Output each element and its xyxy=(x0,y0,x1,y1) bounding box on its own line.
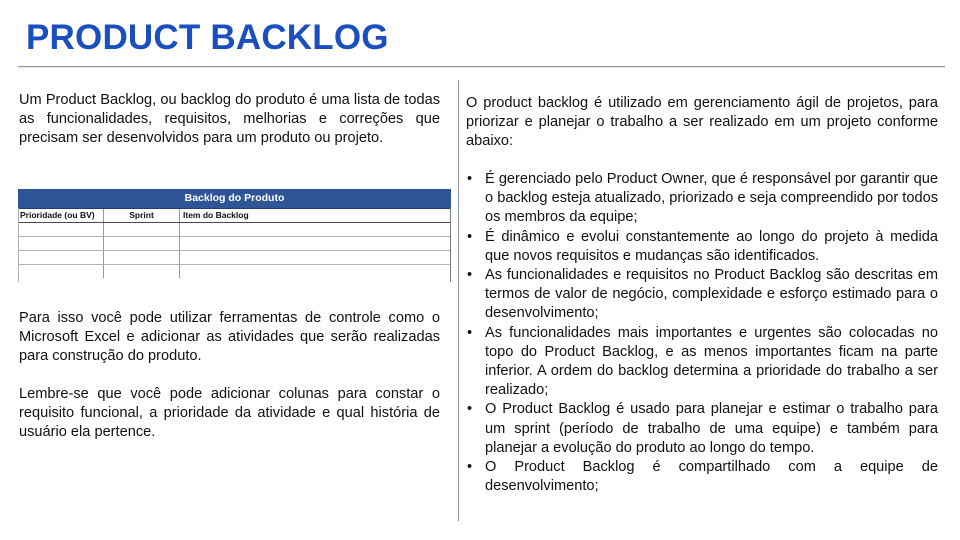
list-item: • O Product Backlog é usado para planeja… xyxy=(466,400,938,458)
bullet-icon: • xyxy=(467,401,473,418)
list-item: • É gerenciado pelo Product Owner, que é… xyxy=(466,170,938,228)
table-cell xyxy=(18,251,104,264)
column-header-sprint: Sprint xyxy=(104,209,180,222)
column-header-backlog-item: Item do Backlog xyxy=(183,210,249,220)
bullet-icon: • xyxy=(467,324,473,341)
list-item-text: É gerenciado pelo Product Owner, que é r… xyxy=(485,171,938,226)
list-item: • As funcionalidades e requisitos no Pro… xyxy=(466,266,938,324)
table-border xyxy=(18,208,19,282)
list-item: • As funcionalidades mais importantes e … xyxy=(466,324,938,401)
list-item-text: As funcionalidades mais importantes e ur… xyxy=(485,324,938,399)
column-header-priority: Prioridade (ou BV) xyxy=(18,209,104,222)
table-cell xyxy=(18,265,104,278)
product-backlog-definition: Um Product Backlog, ou backlog do produt… xyxy=(19,92,440,147)
columns-tip-paragraph: Lembre-se que você pode adicionar coluna… xyxy=(19,386,440,441)
list-item: • É dinâmico e evolui constantemente ao … xyxy=(466,228,938,266)
table-cell xyxy=(104,237,180,250)
table-row xyxy=(18,251,451,265)
list-item: • O Product Backlog é compartilhado com … xyxy=(466,458,938,496)
characteristics-list: • É gerenciado pelo Product Owner, que é… xyxy=(466,170,938,496)
list-item-text: As funcionalidades e requisitos no Produ… xyxy=(485,267,938,322)
table-border xyxy=(450,208,451,282)
table-cell xyxy=(104,251,180,264)
bullet-icon: • xyxy=(467,267,473,284)
backlog-table-header-row: Prioridade (ou BV) Sprint Item do Backlo… xyxy=(18,209,451,223)
table-cell xyxy=(180,251,451,264)
list-item-text: É dinâmico e evolui constantemente ao lo… xyxy=(485,228,938,264)
table-cell xyxy=(104,223,180,236)
table-cell xyxy=(180,265,451,278)
table-cell xyxy=(18,237,104,250)
table-cell xyxy=(18,223,104,236)
title-divider xyxy=(18,66,945,67)
backlog-table-title: Backlog do Produto xyxy=(18,189,451,209)
bullet-icon: • xyxy=(467,171,473,187)
bullet-icon: • xyxy=(467,228,473,245)
list-item-text: O Product Backlog é compartilhado com a … xyxy=(485,459,938,495)
tools-paragraph: Para isso você pode utilizar ferramentas… xyxy=(19,310,440,365)
usage-intro-paragraph: O product backlog é utilizado em gerenci… xyxy=(466,95,938,150)
table-cell xyxy=(104,265,180,278)
table-row xyxy=(18,237,451,251)
table-cell xyxy=(180,237,451,250)
table-row xyxy=(18,265,451,278)
backlog-table-image: Backlog do Produto Prioridade (ou BV) Sp… xyxy=(18,189,451,282)
table-cell xyxy=(180,223,451,236)
column-divider xyxy=(458,80,459,521)
table-row xyxy=(18,223,451,237)
bullet-icon: • xyxy=(467,459,473,476)
page-title: PRODUCT BACKLOG xyxy=(26,18,389,57)
list-item-text: O Product Backlog é usado para planejar … xyxy=(485,401,938,456)
